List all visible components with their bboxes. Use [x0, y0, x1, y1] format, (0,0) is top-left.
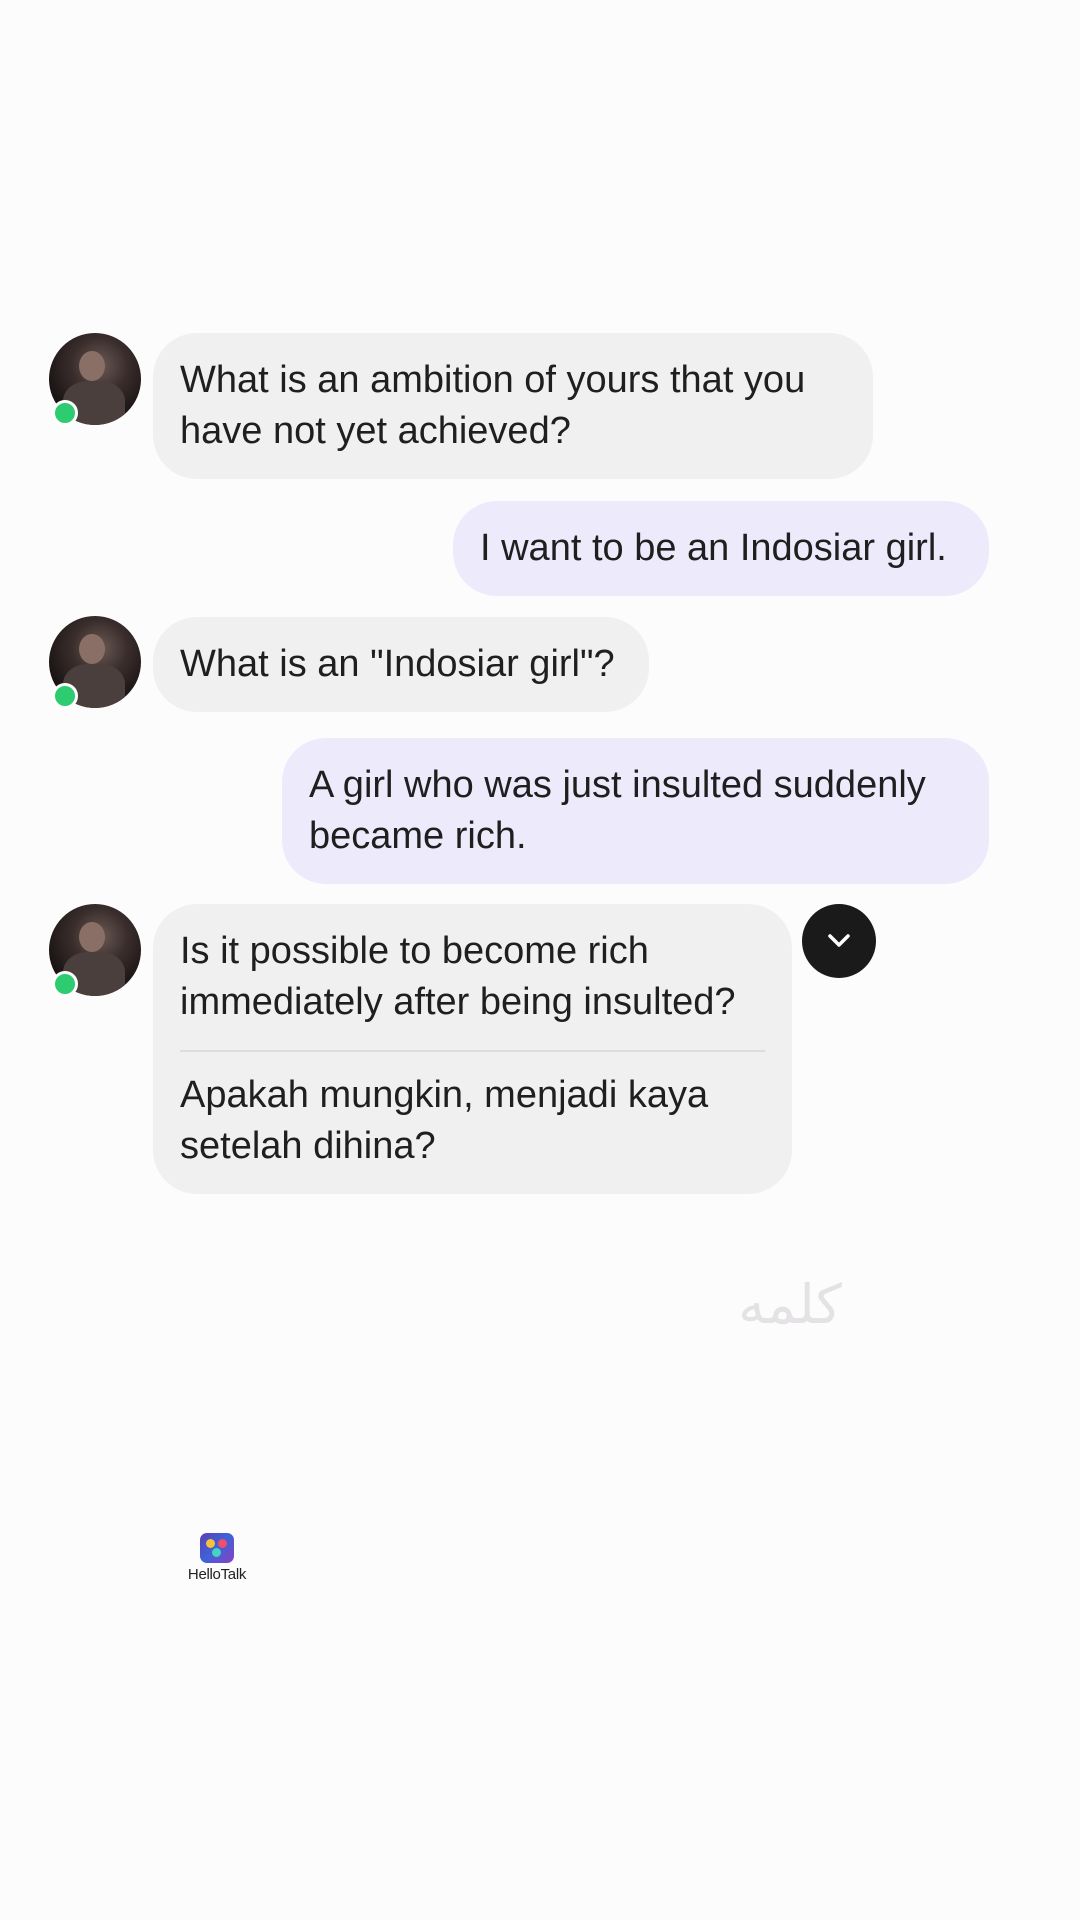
message-translation: Apakah mungkin, menjadi kaya setelah dih…	[180, 1074, 709, 1167]
message-bubble-incoming-translated[interactable]: Is it possible to become rich immediatel…	[153, 904, 792, 1194]
message-text: What is an "Indosiar girl"?	[180, 643, 615, 685]
message-text: A girl who was just insulted suddenly be…	[309, 764, 926, 857]
message-bubble-incoming[interactable]: What is an ambition of yours that you ha…	[153, 333, 873, 479]
hellotalk-logo: HelloTalk	[182, 1533, 252, 1583]
message-text: What is an ambition of yours that you ha…	[180, 359, 806, 452]
message-bubble-outgoing[interactable]: I want to be an Indosiar girl.	[453, 501, 989, 596]
scroll-to-bottom-button[interactable]	[802, 904, 876, 978]
online-status-dot	[52, 683, 78, 709]
hellotalk-logo-icon	[200, 1533, 234, 1563]
online-status-dot	[52, 400, 78, 426]
translation-divider	[180, 1050, 765, 1052]
chevron-down-icon	[828, 934, 850, 947]
message-text: Is it possible to become rich immediatel…	[180, 930, 736, 1023]
message-bubble-incoming[interactable]: What is an "Indosiar girl"?	[153, 617, 649, 712]
online-status-dot	[52, 971, 78, 997]
message-bubble-outgoing[interactable]: A girl who was just insulted suddenly be…	[282, 738, 989, 884]
message-text: I want to be an Indosiar girl.	[480, 527, 947, 569]
chat-screen: What is an ambition of yours that you ha…	[0, 0, 1080, 1920]
watermark: كلمه	[738, 1273, 842, 1336]
hellotalk-logo-label: HelloTalk	[187, 1566, 247, 1583]
